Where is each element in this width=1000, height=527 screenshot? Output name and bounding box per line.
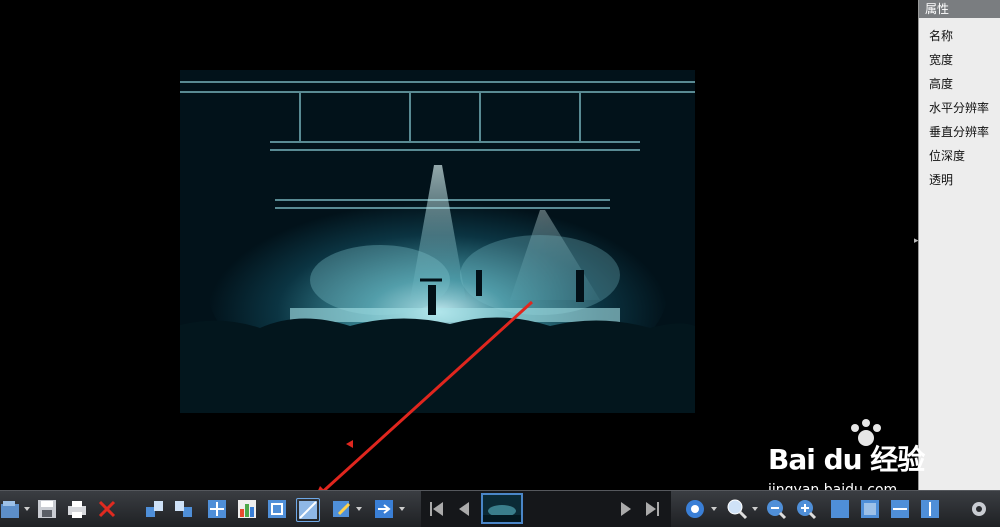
- property-row-bitdepth[interactable]: 位深度: [919, 144, 1000, 168]
- property-row-height[interactable]: 高度: [919, 72, 1000, 96]
- current-thumbnail[interactable]: [481, 493, 523, 524]
- zoom-caret-icon[interactable]: [752, 507, 758, 511]
- zoom-in-icon[interactable]: [795, 498, 817, 520]
- edit-caret-icon[interactable]: [356, 507, 362, 511]
- first-icon[interactable]: [426, 498, 448, 520]
- properties-list: 名称 宽度 高度 水平分辨率 垂直分辨率 位深度 透明: [919, 18, 1000, 192]
- property-row-vres[interactable]: 垂直分辨率: [919, 120, 1000, 144]
- property-row-transparent[interactable]: 透明: [919, 168, 1000, 192]
- last-icon[interactable]: [641, 498, 663, 520]
- bottom-toolbar: [0, 490, 1000, 527]
- zoom-icon[interactable]: [726, 498, 748, 520]
- watermark-logo: Bai du 经验: [768, 443, 925, 476]
- histogram-icon[interactable]: [236, 498, 258, 520]
- save-icon[interactable]: [36, 498, 58, 520]
- properties-panel: 属性 名称 宽度 高度 水平分辨率 垂直分辨率 位深度 透明: [918, 0, 1000, 490]
- property-row-name[interactable]: 名称: [919, 24, 1000, 48]
- fit-window-icon[interactable]: [859, 498, 881, 520]
- image-viewer[interactable]: [0, 0, 914, 490]
- navigation-group: [421, 491, 671, 527]
- rotate-left-icon[interactable]: [143, 498, 165, 520]
- next-icon[interactable]: [615, 498, 637, 520]
- actual-size-icon[interactable]: [829, 498, 851, 520]
- move-icon[interactable]: [206, 498, 228, 520]
- open-caret-icon[interactable]: [24, 507, 30, 511]
- export-caret-icon[interactable]: [399, 507, 405, 511]
- settings-caret-icon[interactable]: [711, 507, 717, 511]
- property-row-hres[interactable]: 水平分辨率: [919, 96, 1000, 120]
- rotate-right-icon[interactable]: [173, 498, 195, 520]
- resize-icon[interactable]: [296, 498, 320, 522]
- concert-photo: [180, 70, 695, 413]
- settings-icon[interactable]: [684, 498, 706, 520]
- fit-height-icon[interactable]: [919, 498, 941, 520]
- pointer-marker: [346, 440, 353, 448]
- fit-width-icon[interactable]: [889, 498, 911, 520]
- open-icon[interactable]: [0, 498, 22, 520]
- export-icon[interactable]: [373, 498, 395, 520]
- edit-icon[interactable]: [331, 498, 353, 520]
- fit-icon[interactable]: [266, 498, 288, 520]
- print-icon[interactable]: [66, 498, 88, 520]
- zoom-out-icon[interactable]: [765, 498, 787, 520]
- properties-header: 属性: [919, 0, 1000, 18]
- delete-icon[interactable]: [96, 498, 118, 520]
- prev-icon[interactable]: [453, 498, 475, 520]
- gear-icon[interactable]: [968, 498, 990, 520]
- property-row-width[interactable]: 宽度: [919, 48, 1000, 72]
